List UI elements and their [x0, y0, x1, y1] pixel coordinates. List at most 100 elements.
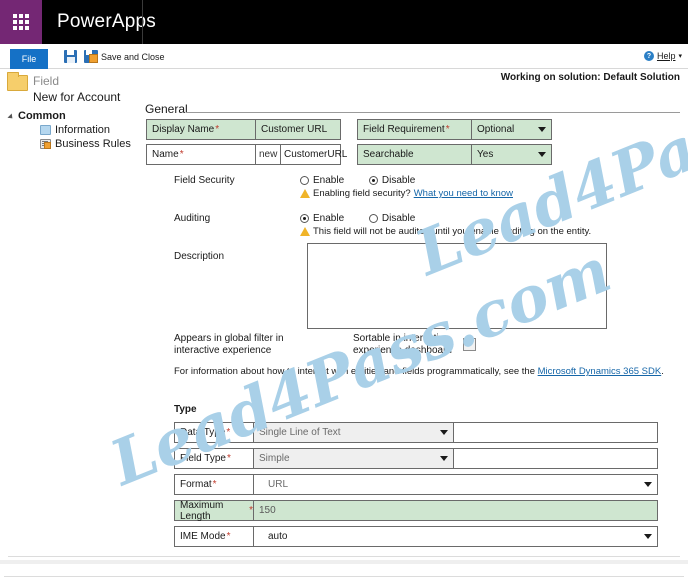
description-textarea[interactable] [307, 243, 607, 329]
field-type-extra-box[interactable] [454, 448, 658, 469]
required-marker: * [215, 124, 220, 135]
help-button[interactable]: ? Help ▾ [643, 51, 682, 61]
suite-divider [142, 0, 143, 44]
field-requirement-label: Field Requirement * [357, 119, 472, 140]
help-caret-icon: ▾ [678, 53, 682, 60]
warning-triangle-icon [300, 227, 310, 236]
display-name-label: Display Name * [146, 119, 256, 140]
footer-divider-bottom [4, 576, 684, 577]
name-label: Name * [146, 144, 256, 165]
format-value: URL [268, 479, 289, 490]
field-security-warning-text: Enabling field security? [313, 188, 411, 199]
field-security-warning: Enabling field security? What you need t… [300, 188, 513, 199]
required-marker: * [212, 479, 217, 490]
ime-mode-value: auto [268, 531, 288, 542]
auditing-radio-group[interactable]: Enable Disable [300, 213, 437, 226]
data-type-extra-box[interactable] [454, 422, 658, 443]
file-tab[interactable]: File [10, 49, 48, 69]
format-field[interactable]: Format * URL [174, 474, 658, 495]
chevron-down-icon [440, 430, 448, 435]
expand-collapse-icon[interactable] [7, 113, 15, 121]
ime-mode-field[interactable]: IME Mode * auto [174, 526, 658, 547]
required-marker: * [249, 505, 253, 516]
sidebar-group-common[interactable]: Common [18, 110, 66, 122]
footer-divider-top [8, 556, 680, 557]
chevron-down-icon [538, 152, 546, 157]
app-launcher-grid-icon [13, 14, 29, 30]
field-requirement-select[interactable]: Optional [472, 119, 552, 140]
field-security-enable-radio[interactable]: Enable [300, 175, 344, 186]
field-requirement-field[interactable]: Field Requirement * Optional [357, 119, 552, 140]
warning-triangle-icon [300, 189, 310, 198]
auditing-disable-radio[interactable]: Disable [368, 213, 415, 224]
data-type-select[interactable]: Single Line of Text [254, 422, 454, 443]
global-filter-label: Appears in global filter in interactive … [174, 333, 284, 356]
save-and-close-label: Save and Close [101, 51, 165, 62]
name-prefix: new [256, 144, 281, 165]
chevron-down-icon [644, 534, 652, 539]
information-icon [40, 125, 51, 135]
ime-mode-select[interactable]: auto [254, 526, 658, 547]
chevron-down-icon [440, 456, 448, 461]
help-question-icon: ? [643, 51, 654, 61]
sidebar-item-information[interactable]: Information [40, 124, 110, 136]
sidebar-item-information-label: Information [55, 124, 111, 136]
nav-new-for-account: New for Account [33, 90, 121, 104]
sdk-note-text-before: For information about how to interact wi… [174, 366, 538, 377]
save-and-close-button[interactable]: Save and Close [84, 50, 165, 63]
required-marker: * [226, 453, 231, 464]
powerapps-field-editor: PowerApps File Save and Close ? Help ▾ F… [0, 0, 688, 583]
data-type-field[interactable]: Data Type * Single Line of Text [174, 422, 658, 443]
radio-selected-icon [368, 176, 378, 185]
save-and-close-icon [84, 50, 98, 63]
display-name-input[interactable]: Customer URL [256, 119, 341, 140]
business-rules-icon [40, 139, 51, 149]
radio-unselected-icon [368, 214, 378, 223]
solution-status: Working on solution: Default Solution [500, 72, 680, 83]
chevron-down-icon [644, 482, 652, 487]
help-label: Help [656, 51, 676, 61]
sidebar-item-business-rules[interactable]: Business Rules [40, 138, 131, 150]
radio-unselected-icon [300, 176, 309, 185]
general-section-heading: General [145, 102, 188, 116]
field-type-select[interactable]: Simple [254, 448, 454, 469]
sortable-checkbox[interactable] [463, 338, 476, 351]
format-label: Format * [174, 474, 254, 495]
display-name-field[interactable]: Display Name * Customer URL [146, 119, 341, 140]
field-type-label: Field Type * [174, 448, 254, 469]
data-type-value: Single Line of Text [259, 427, 341, 438]
field-security-disable-radio[interactable]: Disable [368, 175, 415, 186]
description-label: Description [174, 251, 225, 262]
save-floppy-icon [64, 50, 77, 63]
nav-field-label: Field [33, 74, 60, 88]
required-marker: * [445, 124, 450, 135]
general-section-divider [186, 112, 680, 113]
auditing-enable-radio[interactable]: Enable [300, 213, 344, 224]
field-security-warning-link[interactable]: What you need to know [414, 188, 513, 199]
name-input[interactable]: CustomerURL [281, 144, 347, 165]
sidebar-item-business-rules-label: Business Rules [55, 138, 131, 150]
type-section-heading: Type [174, 404, 197, 415]
auditing-warning: This field will not be audited until you… [300, 226, 591, 237]
save-button[interactable] [64, 50, 80, 63]
maximum-length-field[interactable]: Maximum Length * 150 [174, 500, 658, 522]
searchable-field[interactable]: Searchable Yes [357, 144, 552, 165]
footer-band [0, 560, 688, 564]
field-security-label: Field Security [174, 175, 235, 186]
sortable-label: Sortable in interactive experience dashb… [353, 333, 452, 356]
searchable-value: Yes [477, 149, 494, 160]
field-type-field[interactable]: Field Type * Simple [174, 448, 658, 469]
app-launcher-button[interactable] [0, 0, 42, 44]
sdk-link[interactable]: Microsoft Dynamics 365 SDK [538, 366, 662, 377]
format-select[interactable]: URL [254, 474, 658, 495]
auditing-label: Auditing [174, 213, 211, 224]
searchable-select[interactable]: Yes [472, 144, 552, 165]
maximum-length-input[interactable]: 150 [254, 500, 658, 521]
name-field[interactable]: Name * new CustomerURL [146, 144, 347, 165]
required-marker: * [226, 427, 231, 438]
sdk-note-text-after: . [661, 366, 664, 377]
suite-bar: PowerApps [0, 0, 688, 44]
ime-mode-label: IME Mode * [174, 526, 254, 547]
folder-icon [7, 72, 28, 91]
field-security-radio-group[interactable]: Enable Disable [300, 175, 437, 188]
